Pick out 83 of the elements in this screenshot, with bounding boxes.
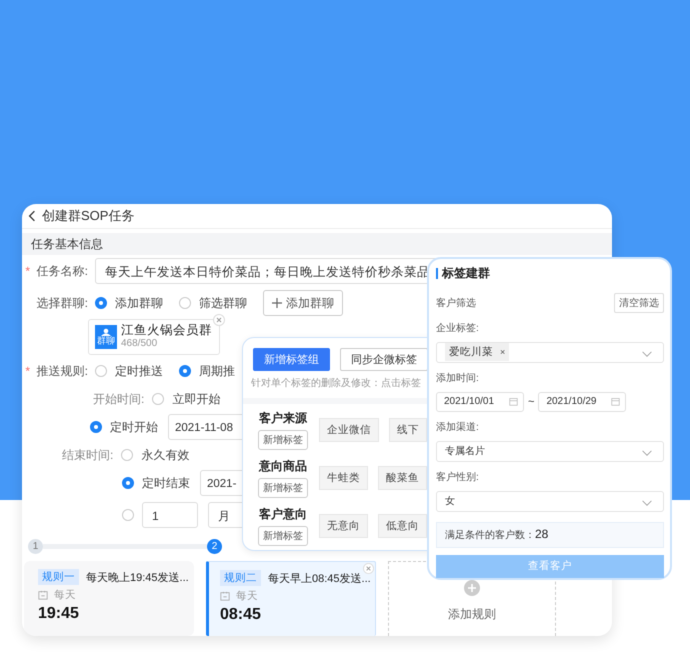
radio-button[interactable] bbox=[122, 477, 134, 489]
calendar-icon bbox=[509, 397, 518, 406]
plus-icon bbox=[272, 298, 282, 308]
rule-time: 08:45 bbox=[220, 605, 262, 625]
window-title: 创建群SOP任务 bbox=[42, 207, 134, 225]
tag-group-button[interactable]: 新增标签组 bbox=[253, 348, 330, 371]
rule-summary: 每天早上08:45发送... bbox=[268, 572, 371, 586]
field-label: 企业标签: bbox=[436, 322, 480, 335]
radio-label: 定时推送 bbox=[115, 362, 163, 380]
required-mark: * bbox=[24, 264, 30, 278]
tag-chip: 爱吃川菜 × bbox=[445, 343, 510, 362]
step-number: 1 bbox=[28, 538, 43, 554]
rule-summary: 每天晚上19:45发送... bbox=[86, 570, 189, 584]
radio-button[interactable] bbox=[90, 421, 102, 433]
member-count: 468/500 bbox=[121, 337, 158, 351]
close-icon[interactable] bbox=[363, 563, 374, 574]
rule-tag: 规则二 bbox=[220, 570, 261, 586]
group-avatar-icon: 群聊 bbox=[95, 325, 117, 349]
radio-label: 定时结束 bbox=[142, 474, 190, 492]
group-name: 江鱼火锅会员群 bbox=[121, 323, 212, 337]
field-label: 添加时间: bbox=[436, 372, 480, 385]
tag-group-name: 客户来源 bbox=[259, 410, 307, 427]
tag-chip[interactable]: 线下 bbox=[389, 418, 427, 442]
tag-group-name: 意向商品 bbox=[259, 458, 307, 475]
add-tag-button[interactable]: 新增标签 bbox=[258, 526, 308, 546]
repeat-label: 每天 bbox=[54, 588, 76, 602]
field-label: 选择群聊: bbox=[36, 294, 88, 312]
radio-label: 周期推 bbox=[199, 362, 235, 380]
select-field[interactable]: 专属名片 bbox=[436, 440, 664, 462]
close-icon[interactable] bbox=[213, 314, 225, 326]
chevron-down-icon bbox=[641, 351, 653, 358]
radio-button[interactable] bbox=[122, 509, 134, 521]
tag-chip[interactable]: 无意向 bbox=[319, 514, 368, 538]
field-label: 任务名称: bbox=[36, 262, 88, 280]
tag-group-button[interactable]: 同步企微标签 bbox=[340, 348, 428, 371]
number-field[interactable]: 1 bbox=[142, 502, 198, 528]
radio-button[interactable] bbox=[179, 297, 191, 309]
chevron-down-icon bbox=[641, 450, 653, 457]
tag-group-name: 客户意向 bbox=[259, 506, 307, 523]
radio-label: 定时开始 bbox=[110, 418, 158, 436]
select-field[interactable]: 女 bbox=[436, 490, 664, 512]
radio-label: 永久有效 bbox=[141, 446, 190, 464]
filter-label: 客户筛选 bbox=[436, 296, 476, 310]
field-label: 开始时间: bbox=[93, 390, 144, 408]
radio-button[interactable] bbox=[95, 365, 107, 377]
add-group-button[interactable]: 添加群聊 bbox=[263, 290, 343, 316]
radio-label: 筛选群聊 bbox=[199, 294, 247, 312]
date-field[interactable]: 2021/10/01 bbox=[436, 392, 524, 412]
tag-chip[interactable]: 低意向 bbox=[378, 514, 427, 538]
rule-tag: 规则一 bbox=[38, 569, 79, 585]
calendar-icon bbox=[611, 397, 620, 406]
back-icon[interactable] bbox=[28, 210, 36, 222]
panel-title: 标签建群 bbox=[442, 264, 490, 282]
repeat-label: 每天 bbox=[236, 589, 258, 603]
tag-chip[interactable]: 酸菜鱼 bbox=[378, 466, 427, 490]
add-tag-button[interactable]: 新增标签 bbox=[258, 430, 308, 450]
radio-label: 立即开始 bbox=[172, 390, 220, 408]
chevron-down-icon bbox=[641, 500, 653, 507]
radio-label: 添加群聊 bbox=[115, 294, 163, 312]
result-text: 满足条件的客户数：28 bbox=[445, 527, 548, 542]
step-number: 2 bbox=[207, 538, 222, 554]
tag-chip[interactable]: 企业微信 bbox=[319, 418, 379, 442]
section-header: 任务基本信息 bbox=[22, 233, 612, 255]
rule-card[interactable]: 规则一 每天晚上19:45发送... 每天 19:45 bbox=[24, 561, 194, 636]
calendar-icon bbox=[38, 590, 48, 600]
rule-time: 19:45 bbox=[38, 604, 80, 624]
clear-filter-button[interactable]: 清空筛选 bbox=[614, 293, 664, 313]
rule-card[interactable]: 规则二 每天早上08:45发送... 每天 08:45 bbox=[206, 561, 376, 636]
field-label: 推送规则: bbox=[36, 362, 88, 380]
radio-button[interactable] bbox=[152, 393, 164, 405]
required-mark: * bbox=[24, 364, 30, 378]
date-field[interactable]: 2021/10/29 bbox=[538, 392, 626, 412]
radio-button[interactable] bbox=[95, 297, 107, 309]
field-label: 结束时间: bbox=[62, 446, 114, 464]
add-tag-button[interactable]: 新增标签 bbox=[258, 478, 308, 498]
field-label: 添加渠道: bbox=[436, 420, 480, 434]
radio-button[interactable] bbox=[179, 365, 191, 377]
tag-select[interactable]: 爱吃川菜 × bbox=[436, 342, 664, 363]
radio-button[interactable] bbox=[121, 449, 134, 461]
tag-chip[interactable]: 牛蛙类 bbox=[319, 466, 368, 490]
calendar-icon bbox=[220, 591, 230, 601]
field-label: 客户性别: bbox=[436, 470, 480, 484]
range-separator: ~ bbox=[528, 396, 534, 408]
